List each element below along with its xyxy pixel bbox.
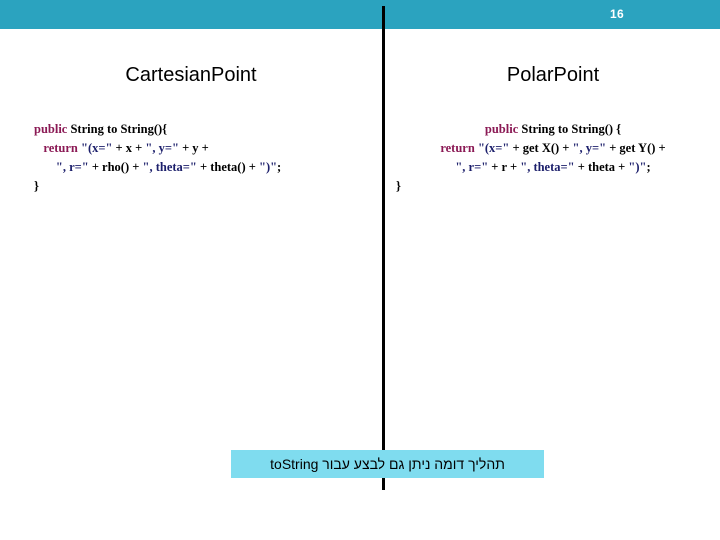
code-string: ", y="	[145, 141, 179, 155]
code-text: + theta() +	[196, 160, 259, 174]
caption-box: תהליך דומה ניתן גם לבצע עבור toString	[231, 450, 544, 478]
code-string: ")"	[259, 160, 278, 174]
code-text: }	[396, 179, 401, 193]
code-block-cartesian: public String to String(){ return "(x=" …	[34, 120, 281, 196]
code-line: }	[34, 179, 39, 193]
code-text: }	[34, 179, 39, 193]
code-keyword: public	[34, 122, 68, 136]
code-text: + rho() +	[88, 160, 143, 174]
code-line: return "(x=" + get X() + ", y=" + get Y(…	[386, 139, 720, 158]
page-number: 16	[610, 7, 624, 21]
code-string: ", theta="	[520, 160, 575, 174]
code-line: public String to String(){	[34, 122, 167, 136]
code-text: + r +	[488, 160, 521, 174]
code-text: + get X() +	[509, 141, 573, 155]
code-string: ", r="	[55, 160, 89, 174]
code-keyword: return	[43, 141, 78, 155]
column-divider	[382, 6, 385, 490]
code-text: ;	[277, 160, 282, 174]
code-keyword: public	[484, 122, 519, 136]
code-keyword: return	[440, 141, 475, 155]
code-line: ", r=" + rho() + ", theta=" + theta() + …	[34, 160, 281, 174]
code-text: + get Y() +	[606, 141, 666, 155]
code-block-polar: public String to String() {return "(x=" …	[386, 120, 720, 196]
code-text: + y +	[178, 141, 209, 155]
code-string: "(x="	[477, 141, 510, 155]
code-text: String to String(){	[67, 122, 168, 136]
code-string: "(x="	[81, 141, 113, 155]
code-string: ", theta="	[142, 160, 197, 174]
code-text: String to String() {	[518, 122, 622, 136]
code-string: ", r="	[455, 160, 489, 174]
caption-text: תהליך דומה ניתן גם לבצע עבור toString	[270, 456, 505, 472]
code-line: ", r=" + r + ", theta=" + theta + ")";	[386, 158, 720, 177]
code-text: + x +	[112, 141, 146, 155]
column-title-cartesian: CartesianPoint	[125, 64, 257, 86]
code-string: ")"	[628, 160, 647, 174]
code-line: }	[386, 177, 720, 196]
code-line: public String to String() {	[386, 120, 720, 139]
code-line: return "(x=" + x + ", y=" + y +	[34, 141, 209, 155]
code-string: ", y="	[572, 141, 607, 155]
column-title-polar: PolarPoint	[506, 64, 600, 86]
code-text: + theta +	[574, 160, 629, 174]
code-text: ;	[646, 160, 651, 174]
